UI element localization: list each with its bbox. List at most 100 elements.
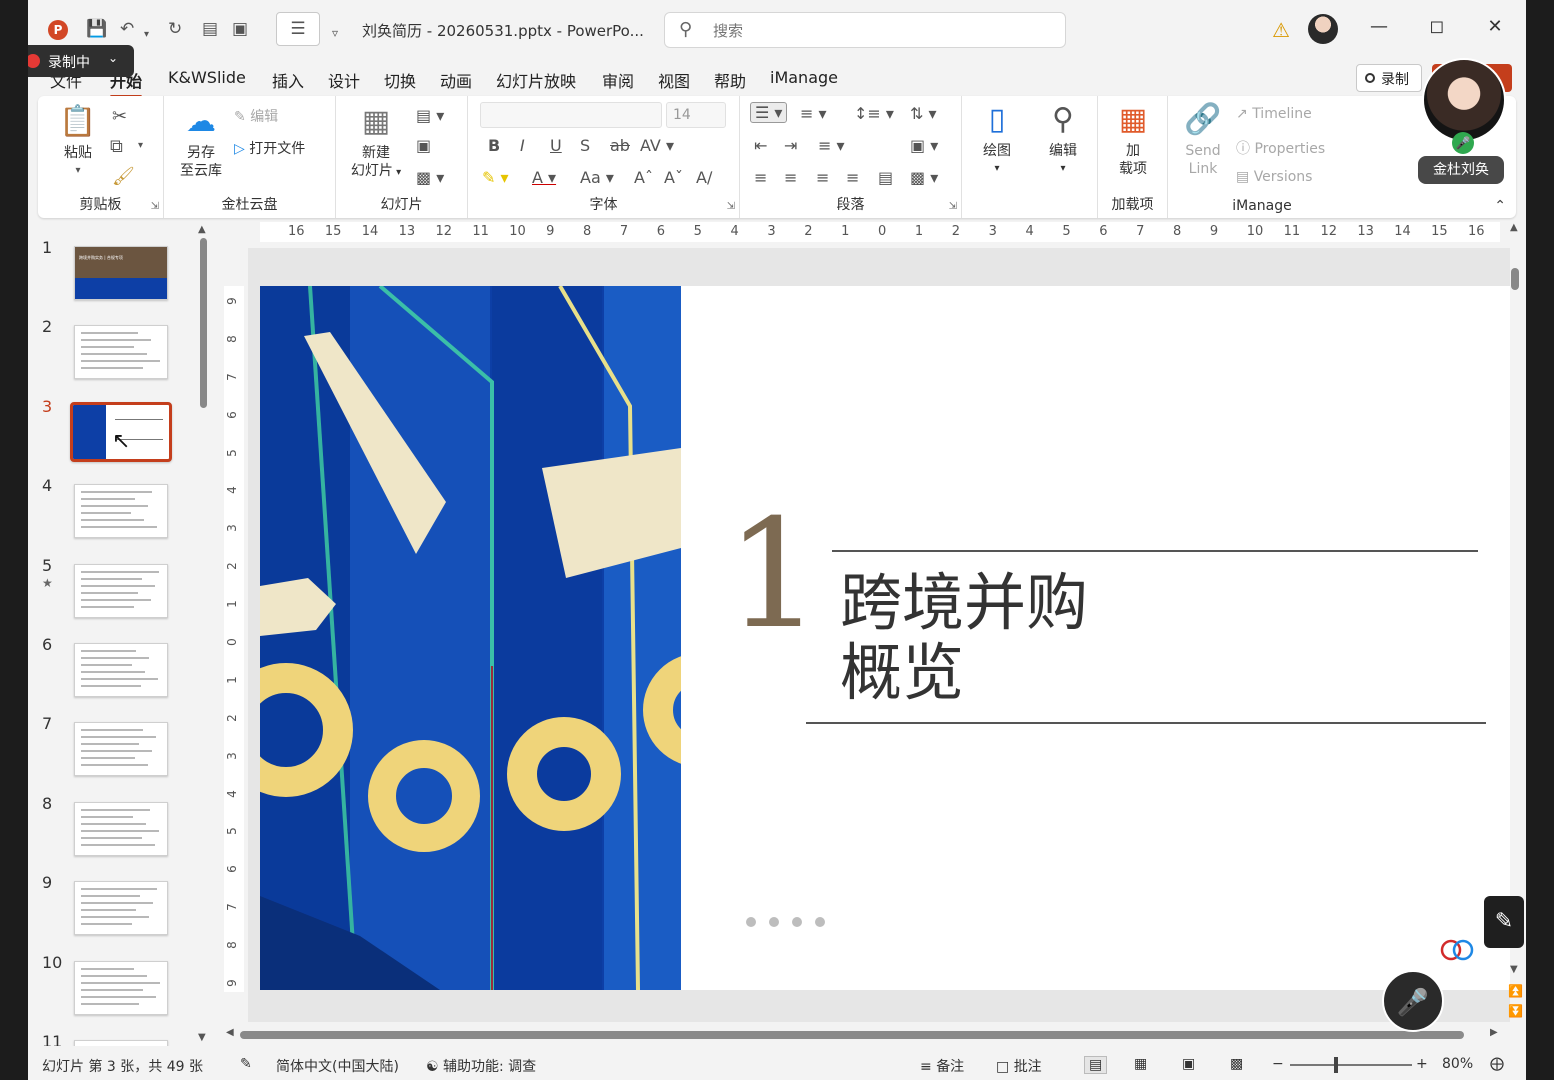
tab-animations[interactable]: 动画 [440,68,472,92]
timeline-button[interactable]: ↗ Timeline [1236,106,1312,122]
zoom-slider-thumb[interactable] [1334,1057,1338,1073]
open-file-button[interactable]: ▷ 打开文件 [234,138,305,158]
collapse-ribbon-icon[interactable]: ⌃ [1494,198,1506,214]
scroll-up-icon[interactable]: ▲ [1510,222,1518,233]
slide-thumbnail[interactable] [74,960,168,1015]
previous-slide-icon[interactable]: ⏫ [1508,984,1523,998]
font-name-box[interactable] [480,102,662,128]
draw-button[interactable]: ▯ 绘图 ▾ [972,102,1022,178]
thumbnail-row[interactable]: 6 [28,625,218,705]
thumbnail-row[interactable]: 5 ★ [28,546,218,626]
reset-icon[interactable]: ▣ [416,136,431,155]
columns-icon[interactable]: ≡ ▾ [818,136,845,155]
search-input[interactable] [713,20,1043,42]
font-size-input[interactable] [667,103,725,127]
accessibility-button[interactable]: ☯ 辅助功能: 调查 [426,1056,536,1076]
thumbnail-scrollbar[interactable]: ▲ ▼ [198,224,208,1048]
increase-indent-icon[interactable]: ⇥ [784,136,797,155]
align-text-icon[interactable]: ▣ ▾ [910,136,938,155]
scroll-down-icon[interactable]: ▼ [198,1032,206,1043]
tab-slideshow[interactable]: 幻灯片放映 [496,68,576,92]
thumbnail-row[interactable]: 11 [28,1022,218,1046]
justify-icon[interactable]: ≡ [846,168,859,187]
next-slide-icon[interactable]: ⏬ [1508,1004,1523,1018]
align-center-icon[interactable]: ≡ [784,168,797,187]
thumbnail-row[interactable]: 10 [28,943,218,1023]
layout-icon[interactable]: ▣ [232,18,248,40]
recording-indicator[interactable]: 录制中 ⌄ [28,45,134,77]
spellcheck-icon[interactable]: ✎ [240,1056,252,1072]
slide-thumbnail[interactable]: 跨境并购实务 | 合规专项 [74,246,168,300]
smartart-icon[interactable]: ▩ ▾ [910,168,938,187]
tab-design[interactable]: 设计 [328,68,360,92]
search-box[interactable]: ⚲ [664,12,1066,48]
horizontal-scrollbar[interactable]: ◀ ▶ [224,1026,1514,1044]
maximize-icon[interactable]: ◻ [1422,16,1452,37]
save-to-cloud-button[interactable]: ☁ 另存 至云库 [176,104,226,180]
thumbnail-row[interactable]: 4 [28,466,218,546]
char-spacing-icon[interactable]: AV ▾ [640,136,674,155]
scroll-down-icon[interactable]: ▼ [1510,964,1518,975]
zoom-out-icon[interactable]: − [1272,1056,1284,1072]
tab-review[interactable]: 审阅 [602,68,634,92]
editing-button[interactable]: ⚲ 编辑 ▾ [1038,102,1088,178]
thumbnail-row[interactable]: 3 ↖ [28,387,218,467]
notes-button[interactable]: ≡ 备注 [920,1056,964,1076]
slide-thumbnail[interactable] [74,1040,168,1046]
present-from-start-icon[interactable]: ▤ [202,18,218,40]
slide-thumbnail[interactable] [74,643,168,697]
undo-dropdown-icon[interactable]: ▾ [144,24,149,46]
zoom-in-icon[interactable]: + [1416,1056,1428,1072]
cut-icon[interactable]: ✂ [112,106,127,127]
undo-icon[interactable]: ↶ [120,18,134,40]
new-slide-button[interactable]: ▦ 新建 幻灯片 ▾ [346,104,406,182]
tab-help[interactable]: 帮助 [714,68,746,92]
section-icon[interactable]: ▩ ▾ [416,168,444,187]
thumbnail-scroll-thumb[interactable] [200,238,207,408]
slide-thumbnail[interactable] [74,484,168,539]
cloud-edit-button[interactable]: ✎ 编辑 [234,106,278,126]
bold-icon[interactable]: B [488,136,500,155]
highlight-icon[interactable]: ✎ ▾ [482,168,509,187]
properties-button[interactable]: ⓘ Properties [1236,138,1325,158]
normal-view-icon[interactable]: ▤ [1084,1056,1108,1074]
reading-view-icon[interactable]: ▣ [1182,1056,1195,1072]
format-painter-icon[interactable]: 🖌 [112,166,135,187]
save-icon[interactable]: 💾 [86,18,107,40]
minimize-icon[interactable]: — [1364,16,1394,37]
slideshow-view-icon[interactable]: ▩ [1230,1056,1243,1072]
font-size-box[interactable] [666,102,726,128]
versions-button[interactable]: ▤ Versions [1236,169,1312,185]
tab-kwslide[interactable]: K&WSlide [168,68,246,87]
slide-scroll-thumb[interactable] [1511,268,1519,290]
font-name-input[interactable] [481,103,661,127]
slide-thumbnail[interactable] [74,722,168,777]
decrease-indent-icon[interactable]: ⇤ [754,136,767,155]
tab-imanage[interactable]: iManage [770,68,838,87]
customize-qat-icon[interactable]: ▿ [332,22,338,44]
scroll-up-icon[interactable]: ▲ [198,224,206,235]
line-spacing-icon[interactable]: ↕≡ ▾ [854,104,894,123]
comments-button[interactable]: □ 批注 [996,1056,1042,1076]
text-direction-icon[interactable]: ⇅ ▾ [910,104,937,123]
chevron-down-icon[interactable]: ▾ [138,140,143,151]
zoom-level[interactable]: 80% [1442,1056,1473,1072]
paste-button[interactable]: 📋 粘贴 ▾ [56,104,100,180]
zoom-slider[interactable] [1290,1064,1412,1066]
underline-icon[interactable]: U [550,136,562,155]
record-button[interactable]: 录制 [1356,64,1422,92]
scroll-left-icon[interactable]: ◀ [226,1027,234,1038]
redo-icon[interactable]: ↻ [168,18,182,40]
send-link-button[interactable]: 🔗 Send Link [1178,102,1228,178]
bullets-icon[interactable]: ☰ ▾ [750,102,788,123]
align-left-icon[interactable]: ≡ [754,168,767,187]
addins-button[interactable]: ▦ 加 载项 [1108,102,1158,178]
shadow-icon[interactable]: S [580,136,590,155]
numbering-icon[interactable]: ≡ ▾ [800,104,827,123]
layout-icon[interactable]: ▤ ▾ [416,106,444,125]
annotate-pen-icon[interactable]: ✎ [1484,896,1524,948]
horizontal-scroll-thumb[interactable] [240,1031,1464,1039]
scroll-right-icon[interactable]: ▶ [1490,1027,1498,1038]
language-indicator[interactable]: 简体中文(中国大陆) [276,1056,399,1076]
dialog-launcher-icon[interactable]: ⇲ [727,201,735,212]
